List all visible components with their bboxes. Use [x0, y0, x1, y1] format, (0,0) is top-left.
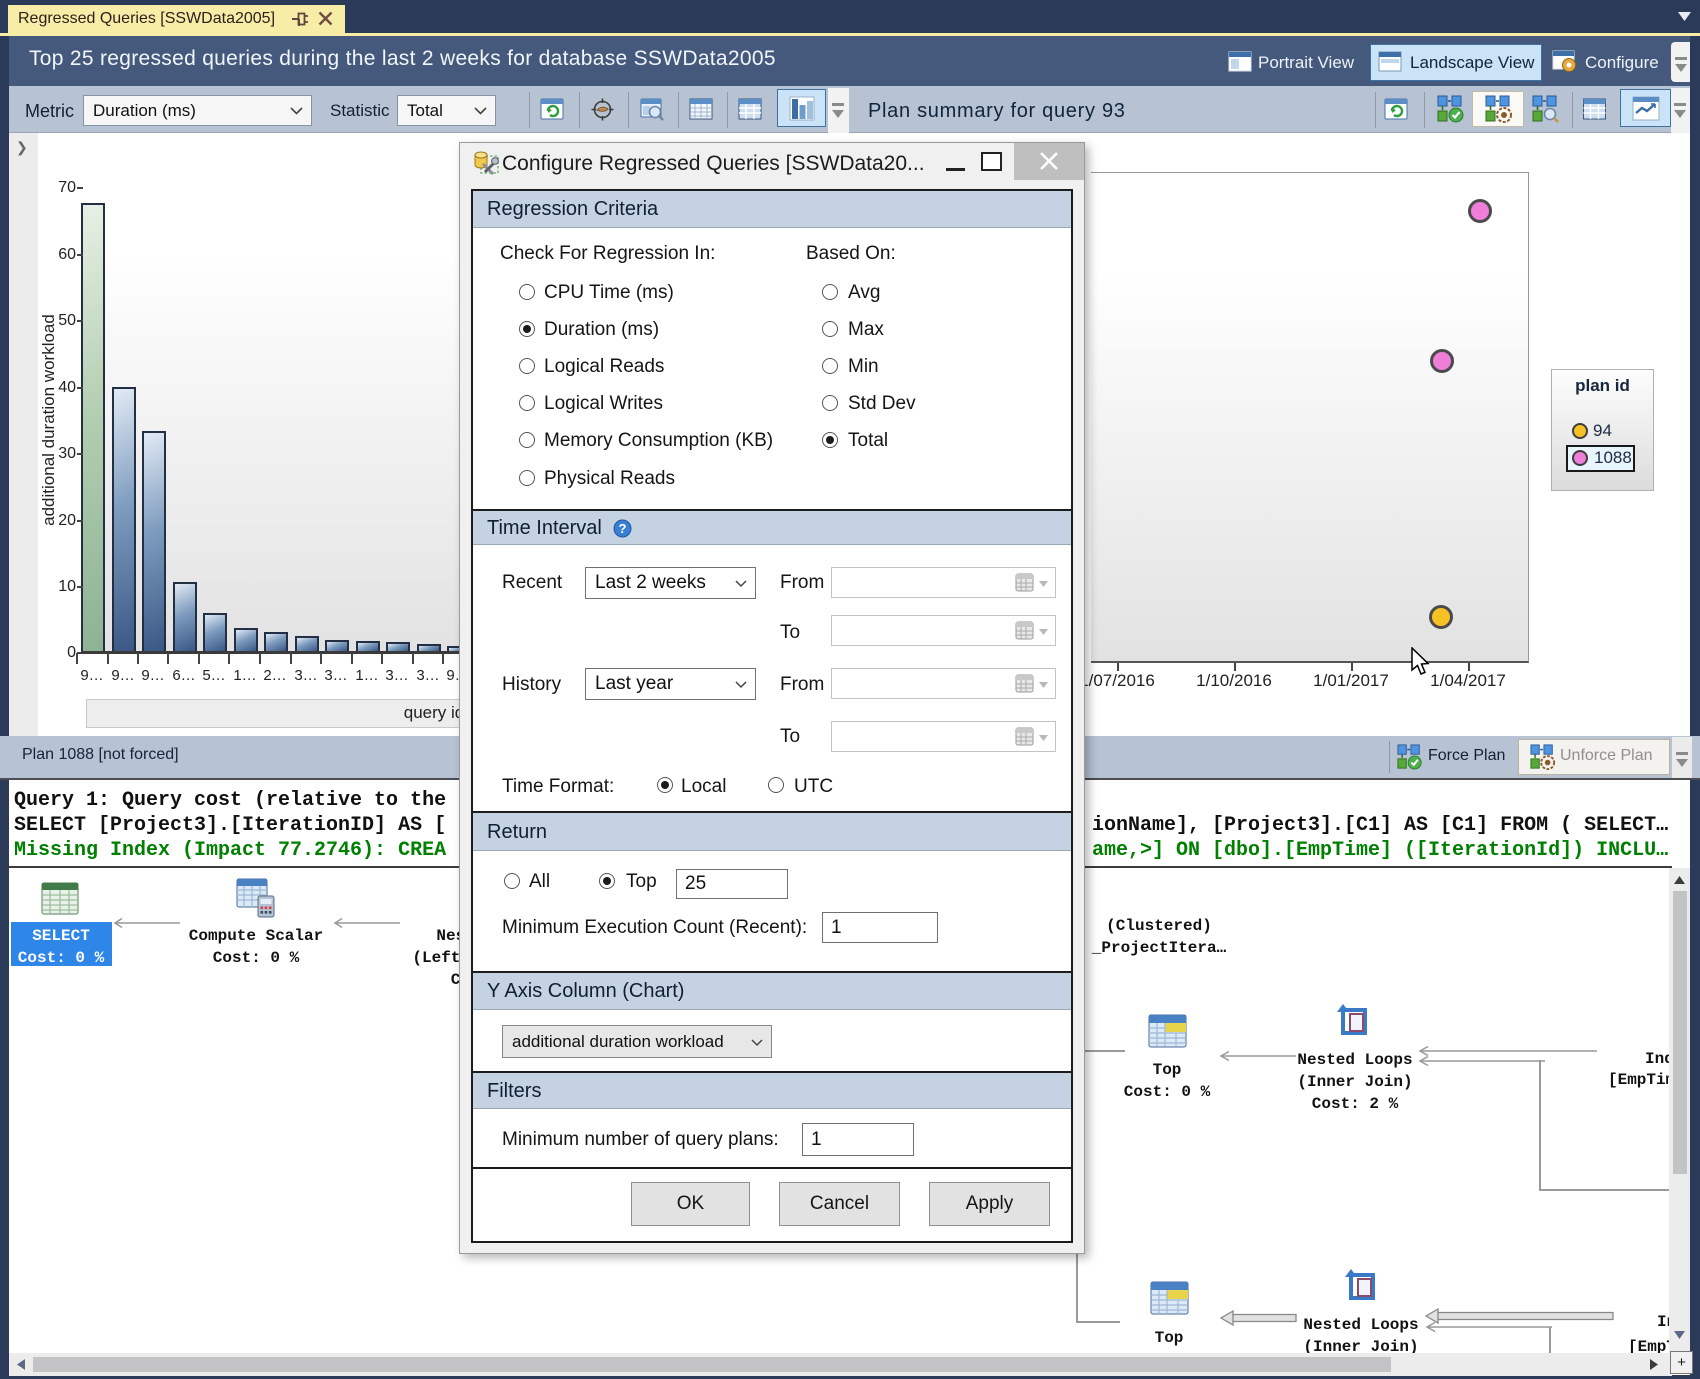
svg-text:?: ?: [618, 521, 626, 536]
